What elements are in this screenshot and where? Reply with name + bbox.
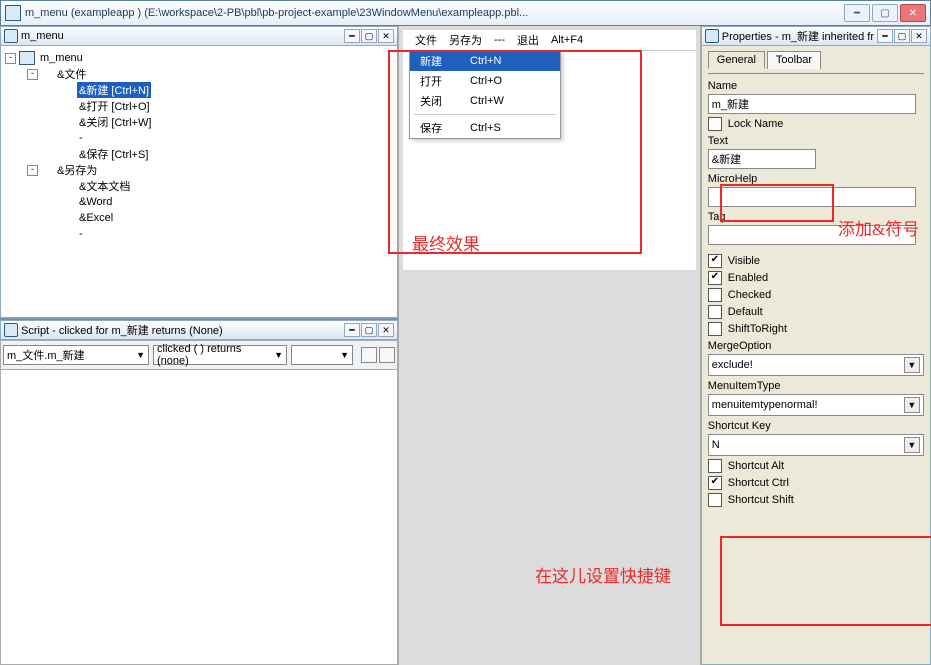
pane-maximize-icon[interactable]: ▢ (361, 29, 377, 43)
label-visible: Visible (728, 255, 760, 267)
pane-icon (4, 29, 18, 43)
tree-item-txt[interactable]: &文本文档 (77, 178, 132, 194)
tree-item-word[interactable]: &Word (77, 196, 114, 208)
checkbox-default[interactable] (708, 305, 722, 319)
menu-exit[interactable]: 退出 (513, 32, 543, 48)
tab-general[interactable]: General (708, 51, 765, 69)
label-shortcut-alt: Shortcut Alt (728, 460, 784, 472)
label-enabled: Enabled (728, 272, 768, 284)
menu-saveas[interactable]: 另存为 (445, 32, 486, 48)
input-tag[interactable] (708, 225, 916, 245)
script-view-icon[interactable] (379, 347, 395, 363)
dropdown-close[interactable]: 关闭Ctrl+W (410, 91, 560, 111)
pane-icon (4, 323, 18, 337)
script-pane-title: Script - clicked for m_新建 returns (None) (21, 322, 341, 338)
tree-item-close[interactable]: &关闭 [Ctrl+W] (77, 114, 153, 130)
dropdown-separator (414, 114, 556, 115)
checkbox-shortcut-ctrl[interactable]: ✔ (708, 476, 722, 490)
preview-menubar: 文件 另存为 --- 退出 Alt+F4 (403, 30, 696, 51)
tree-root[interactable]: m_menu (38, 52, 85, 64)
tree-collapse-icon[interactable]: - (27, 165, 38, 176)
label-microhelp: MicroHelp (708, 173, 924, 185)
tree-item-new[interactable]: &新建 [Ctrl+N] (77, 82, 151, 98)
tree-item-file[interactable]: &文件 (55, 66, 88, 82)
label-name: Name (708, 80, 924, 92)
label-menuitemtype: MenuItemType (708, 380, 924, 392)
tree-item-sep2[interactable]: - (77, 228, 85, 240)
input-microhelp[interactable] (708, 187, 916, 207)
properties-panel: General Toolbar Name Lock Name Text Micr… (701, 46, 931, 665)
maximize-button[interactable]: ▢ (872, 4, 898, 22)
menu-preview: 文件 另存为 --- 退出 Alt+F4 新建Ctrl+N 打开Ctrl+O 关… (403, 30, 696, 270)
label-default: Default (728, 306, 763, 318)
pane-minimize-icon[interactable]: ━ (877, 29, 893, 43)
tree-item-excel[interactable]: &Excel (77, 212, 115, 224)
label-shortcutkey: Shortcut Key (708, 420, 924, 432)
props-pane-title: Properties - m_新建 inherited fr (722, 28, 874, 44)
input-text[interactable] (708, 149, 816, 169)
pane-minimize-icon[interactable]: ━ (344, 323, 360, 337)
script-view-icon[interactable] (361, 347, 377, 363)
menu-tree[interactable]: -m_menu -&文件 &新建 [Ctrl+N] &打开 [Ctrl+O] &… (0, 46, 398, 318)
tree-item-saveas[interactable]: &另存为 (55, 162, 99, 178)
pane-close-icon[interactable]: ✕ (911, 29, 927, 43)
props-pane-header[interactable]: Properties - m_新建 inherited fr ━ ▢ ✕ (701, 26, 931, 46)
close-button[interactable]: ✕ (900, 4, 926, 22)
checkbox-shortcut-shift[interactable] (708, 493, 722, 507)
label-mergeoption: MergeOption (708, 340, 924, 352)
tree-collapse-icon[interactable]: - (27, 69, 38, 80)
dropdown-save[interactable]: 保存Ctrl+S (410, 118, 560, 138)
label-shortcut-ctrl: Shortcut Ctrl (728, 477, 789, 489)
menu-file[interactable]: 文件 (411, 32, 441, 48)
menu-exit-shortcut: Alt+F4 (547, 34, 587, 46)
pane-close-icon[interactable]: ✕ (378, 29, 394, 43)
script-toolbar: m_文件.m_新建▼ clicked ( ) returns (none)▼ ▼ (0, 340, 398, 370)
window-title: m_menu (exampleapp ) (E:\workspace\2-PB\… (25, 7, 844, 19)
script-event-dropdown[interactable]: clicked ( ) returns (none)▼ (153, 345, 287, 365)
dropdown-new[interactable]: 新建Ctrl+N (410, 51, 560, 71)
checkbox-shifttoright[interactable] (708, 322, 722, 336)
script-object-dropdown[interactable]: m_文件.m_新建▼ (3, 345, 149, 365)
pane-close-icon[interactable]: ✕ (378, 323, 394, 337)
menu-icon (19, 51, 35, 65)
tree-item-open[interactable]: &打开 [Ctrl+O] (77, 98, 152, 114)
script-editor[interactable] (0, 370, 398, 665)
checkbox-lockname[interactable] (708, 117, 722, 131)
select-mergeoption[interactable]: exclude!▼ (708, 354, 924, 376)
select-menuitemtype[interactable]: menuitemtypenormal!▼ (708, 394, 924, 416)
tree-item-sep[interactable]: - (77, 132, 85, 144)
dropdown-open[interactable]: 打开Ctrl+O (410, 71, 560, 91)
script-ancestor-dropdown[interactable]: ▼ (291, 345, 353, 365)
input-name[interactable] (708, 94, 916, 114)
pane-maximize-icon[interactable]: ▢ (361, 323, 377, 337)
tab-toolbar[interactable]: Toolbar (767, 51, 821, 69)
pane-icon (705, 29, 719, 43)
tree-pane-header[interactable]: m_menu ━ ▢ ✕ (0, 26, 398, 46)
label-text: Text (708, 135, 924, 147)
label-checked: Checked (728, 289, 771, 301)
tree-item-save[interactable]: &保存 [Ctrl+S] (77, 146, 150, 162)
pane-minimize-icon[interactable]: ━ (344, 29, 360, 43)
preview-dropdown: 新建Ctrl+N 打开Ctrl+O 关闭Ctrl+W 保存Ctrl+S (409, 50, 561, 139)
checkbox-visible[interactable]: ✔ (708, 254, 722, 268)
label-lockname: Lock Name (728, 118, 784, 130)
minimize-button[interactable]: ━ (844, 4, 870, 22)
label-tag: Tag (708, 211, 924, 223)
label-shortcut-shift: Shortcut Shift (728, 494, 794, 506)
tree-pane-title: m_menu (21, 30, 341, 42)
select-shortcutkey[interactable]: N▼ (708, 434, 924, 456)
app-icon (5, 5, 21, 21)
checkbox-enabled[interactable]: ✔ (708, 271, 722, 285)
checkbox-shortcut-alt[interactable] (708, 459, 722, 473)
checkbox-checked[interactable] (708, 288, 722, 302)
tree-collapse-icon[interactable]: - (5, 53, 16, 64)
script-pane-header[interactable]: Script - clicked for m_新建 returns (None)… (0, 320, 398, 340)
menu-dash[interactable]: --- (490, 34, 509, 46)
titlebar[interactable]: m_menu (exampleapp ) (E:\workspace\2-PB\… (0, 0, 931, 26)
pane-maximize-icon[interactable]: ▢ (894, 29, 910, 43)
label-shifttoright: ShiftToRight (728, 323, 787, 335)
